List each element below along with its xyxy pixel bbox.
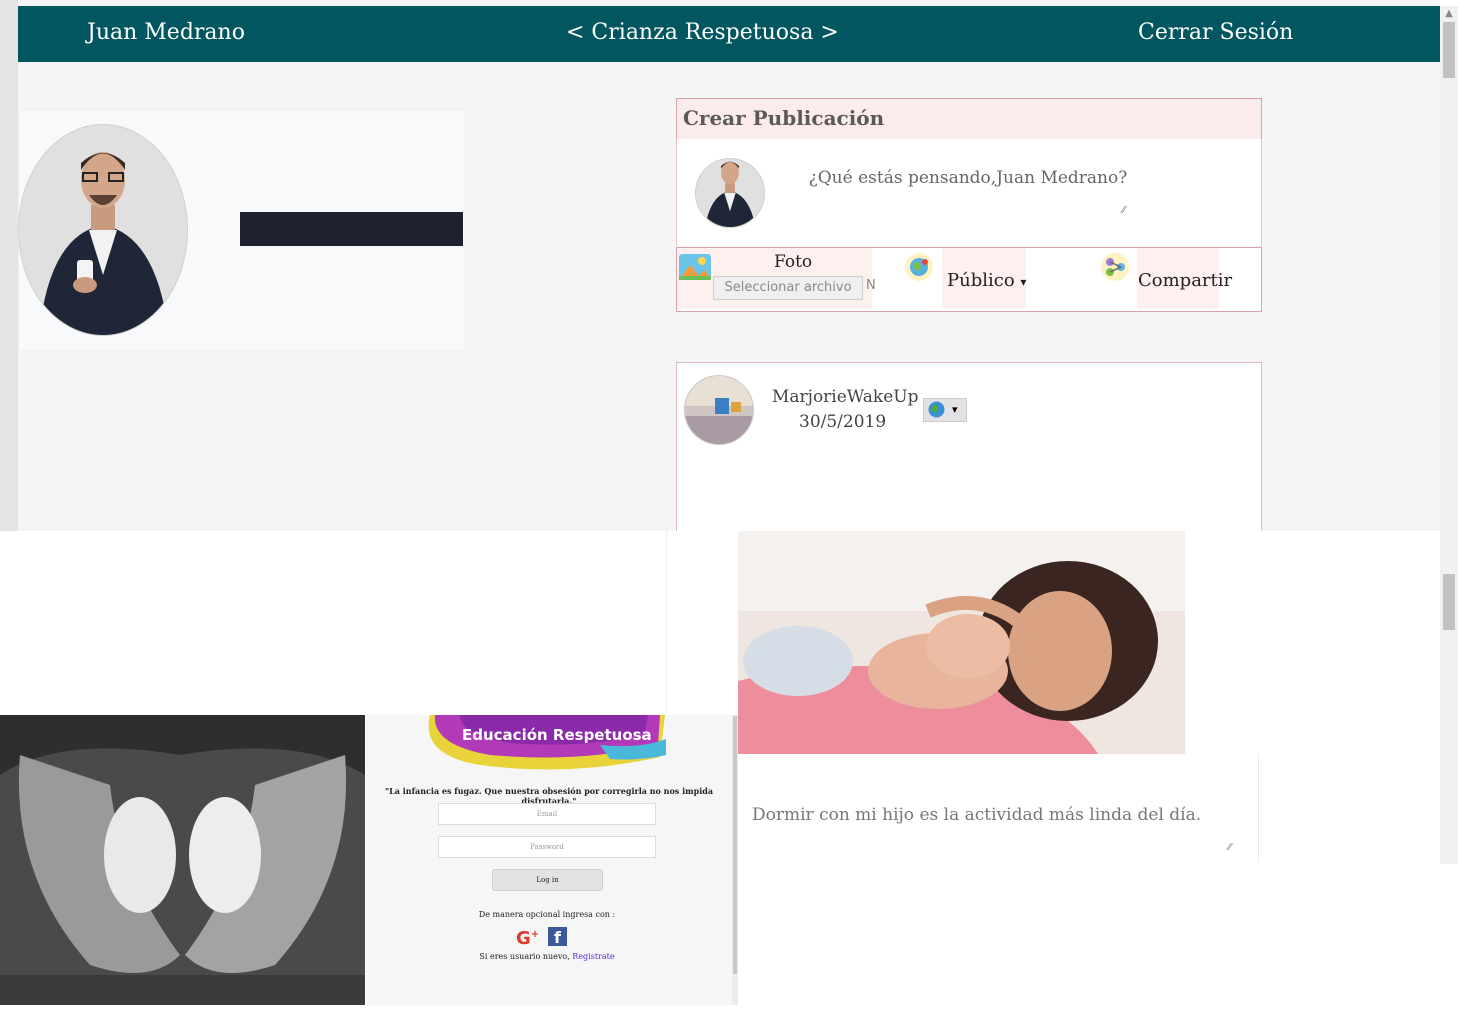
photo-icon[interactable] — [679, 254, 711, 280]
dropdown-arrow-icon: ▾ — [1020, 275, 1027, 289]
google-plus-icon[interactable]: G+ — [516, 928, 539, 949]
profile-name-bar — [240, 212, 463, 246]
globe-icon — [904, 252, 934, 282]
password-field[interactable]: Password — [438, 836, 656, 858]
composer-avatar — [695, 158, 765, 228]
post-author-name[interactable]: MarjorieWakeUp — [772, 387, 919, 407]
globe-icon — [928, 401, 945, 426]
post-body — [676, 458, 1262, 531]
profile-avatar[interactable] — [18, 124, 188, 336]
nav-app-title[interactable]: < Crianza Respetuosa > — [566, 20, 839, 45]
resize-handle-icon[interactable]: ⁄⁄ — [1228, 842, 1231, 853]
baby-feet-hands-photo-icon — [0, 715, 365, 1005]
man-portrait-icon — [19, 125, 187, 335]
facebook-icon[interactable]: f — [548, 927, 567, 947]
file-status-text: N — [866, 278, 876, 293]
post-photo[interactable] — [738, 531, 1185, 754]
author-avatar[interactable] — [684, 375, 754, 445]
email-field[interactable]: Email — [438, 803, 656, 825]
navbar: Juan Medrano < Crianza Respetuosa > Cerr… — [18, 6, 1440, 62]
post-header — [676, 362, 1262, 459]
privacy-label: Público — [947, 270, 1015, 291]
share-button[interactable]: Compartir — [1138, 270, 1232, 291]
optional-login-text: De manera opcional ingresa con : — [478, 910, 616, 919]
logout-link[interactable]: Cerrar Sesión — [1138, 20, 1293, 45]
post-caption: Dormir con mi hijo es la actividad más l… — [752, 805, 1202, 825]
post-text-input[interactable]: ¿Qué estás pensando,Juan Medrano? — [808, 168, 1128, 218]
post-privacy-select[interactable]: ▾ — [923, 398, 967, 422]
blank-panel — [18, 531, 667, 715]
scrollbar-thumb-secondary[interactable] — [1443, 574, 1455, 630]
dropdown-arrow-icon: ▾ — [952, 403, 958, 416]
register-text: Si eres usuario nuevo, Registrate — [384, 952, 710, 961]
brand-name: Educación Respetuosa — [462, 726, 652, 744]
share-icon[interactable] — [1100, 252, 1130, 282]
resize-handle-icon[interactable]: ⁄⁄ — [1122, 205, 1125, 216]
scrollbar[interactable] — [1440, 6, 1458, 864]
mother-baby-photo-icon — [738, 531, 1185, 754]
select-file-button[interactable]: Seleccionar archivo — [713, 276, 863, 300]
scrollbar-thumb[interactable] — [1443, 22, 1455, 78]
login-hero-photo — [0, 715, 365, 1005]
login-scrollbar-thumb[interactable] — [733, 716, 737, 974]
create-post-title: Crear Publicación — [683, 106, 885, 130]
brand-logo — [420, 715, 670, 773]
privacy-select[interactable]: Público ▾ — [947, 270, 1026, 291]
register-prompt: Si eres usuario nuevo, — [479, 952, 573, 961]
room-photo-icon — [685, 376, 753, 444]
login-button[interactable]: Log in — [492, 869, 603, 891]
post-date: 30/5/2019 — [799, 412, 887, 432]
scroll-up-arrow-icon[interactable]: ▲ — [1440, 6, 1458, 22]
nav-user-name[interactable]: Juan Medrano — [87, 20, 245, 45]
photo-label: Foto — [774, 252, 813, 272]
register-link[interactable]: Registrate — [572, 952, 614, 961]
man-portrait-icon — [696, 159, 764, 227]
left-gutter — [0, 0, 18, 531]
